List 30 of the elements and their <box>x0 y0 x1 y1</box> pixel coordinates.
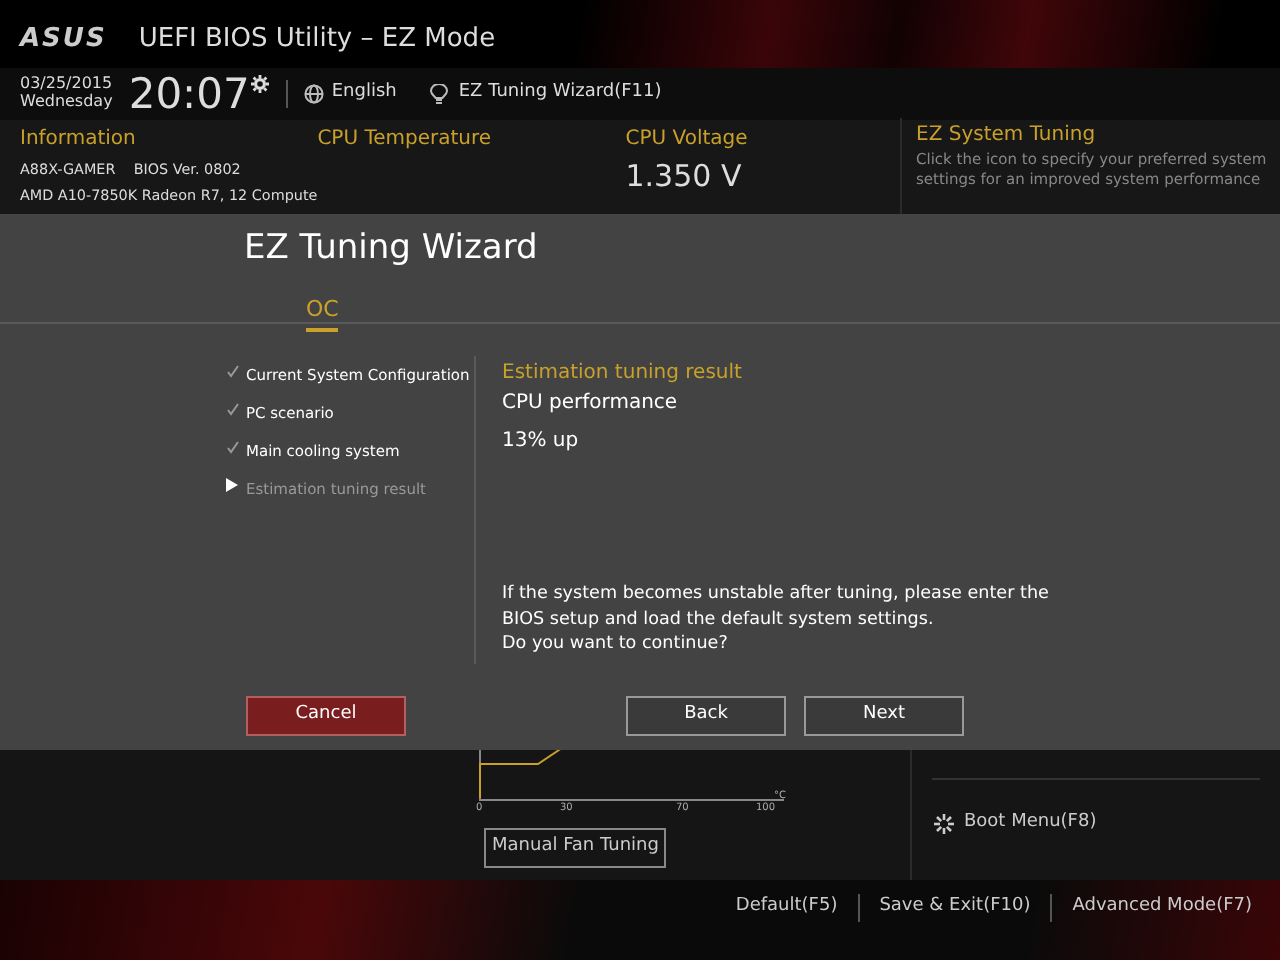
voltage-value: 1.350 V <box>625 156 744 198</box>
lightbulb-icon <box>428 83 451 105</box>
result-heading: Estimation tuning result <box>502 360 744 386</box>
logo: ASUS <box>20 22 107 59</box>
date-text: 03/25/2015 <box>20 76 113 93</box>
footer-link[interactable]: Advanced Mode(F7) <box>1052 894 1272 922</box>
result-label: CPU performance <box>502 390 680 416</box>
manual-fan-tuning-button[interactable]: Manual Fan Tuning <box>484 828 667 867</box>
burst-icon <box>932 811 956 836</box>
settings-icon[interactable] <box>249 73 270 93</box>
section-title: Information <box>20 126 138 154</box>
boot-menu-link[interactable]: Boot Menu(F8) <box>964 810 1097 837</box>
footer-link[interactable]: Default(F5) <box>715 894 858 922</box>
section-title: EZ System Tuning <box>916 122 1098 150</box>
wizard-link[interactable]: EZ Tuning Wizard(F11) <box>458 80 662 108</box>
cancel-button[interactable]: Cancel <box>246 696 406 736</box>
section-title: CPU Voltage <box>625 126 750 154</box>
warning-text: If the system becomes unstable after tuning, please enter the BIOS setup and load the default system settings. Do you want to continue? <box>502 582 1049 657</box>
clock-time: 20:07 <box>128 73 250 115</box>
result-value: 13% up <box>502 428 581 454</box>
tab[interactable]: OC <box>306 294 339 331</box>
dialog-title: EZ Tuning Wizard <box>242 226 540 272</box>
window-title: UEFI BIOS Utility – EZ Mode <box>138 22 496 59</box>
language-link[interactable]: English <box>331 80 397 108</box>
weekday-text: Wednesday <box>20 94 113 112</box>
nav-button[interactable]: Back <box>626 696 786 736</box>
section-title: CPU Temperature <box>317 126 494 154</box>
nav-button[interactable]: Next <box>804 696 964 736</box>
globe-icon <box>303 84 324 104</box>
footer-link[interactable]: Save & Exit(F10) <box>859 894 1051 922</box>
